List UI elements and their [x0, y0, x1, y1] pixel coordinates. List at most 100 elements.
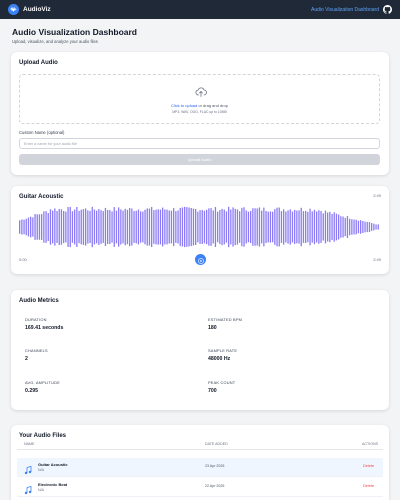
waveform-bar: [201, 210, 203, 244]
audio-logo-icon: [8, 4, 19, 15]
waveform-bar: [19, 220, 21, 234]
click-to-upload-link[interactable]: Click to upload: [171, 103, 197, 108]
waveform-bar: [87, 210, 89, 244]
waveform-bar: [368, 222, 371, 232]
files-card: Your Audio Files NAME DATE ADDED ACTIONS…: [11, 425, 389, 500]
waveform-bar: [52, 210, 54, 244]
brand[interactable]: AudioViz: [8, 4, 51, 15]
metrics-title: Audio Metrics: [19, 298, 59, 304]
waveform-bar: [329, 211, 331, 243]
waveform-bar: [346, 216, 349, 238]
waveform-bar: [265, 210, 267, 244]
waveform-bar: [228, 206, 230, 248]
waveform-bar: [360, 220, 362, 234]
waveform-bar: [344, 217, 346, 237]
waveform-bar: [113, 207, 115, 247]
waveform-bar: [157, 209, 159, 245]
waveform-bar: [43, 211, 45, 243]
waveform-bar: [307, 211, 309, 243]
waveform-bar: [186, 207, 188, 247]
upload-button[interactable]: Upload Audio: [19, 154, 380, 165]
music-note-icon: [24, 482, 32, 495]
play-button[interactable]: [195, 254, 206, 265]
file-type-hint: MP3, WAV, OGG, FLAC up to 10MB: [172, 110, 227, 114]
waveform-bar: [162, 207, 164, 247]
nav-dashboard-link[interactable]: Audio Visualization Dashboard: [311, 7, 379, 13]
waveform-bar: [148, 208, 151, 246]
waveform-bar: [318, 210, 320, 244]
waveform-bar: [91, 206, 93, 248]
metric-label: AVG. AMPLITUDE: [25, 380, 60, 385]
play-icon: [197, 251, 204, 269]
brand-name: AudioViz: [23, 6, 51, 13]
waveform-bar: [38, 214, 41, 240]
page-title: Audio Visualization Dashboard: [12, 27, 137, 37]
metric-label: PEAK COUNT: [208, 380, 236, 385]
waveform-bar: [252, 208, 254, 246]
custom-name-input[interactable]: [19, 138, 380, 149]
waveform-bar: [173, 208, 175, 246]
waveform-bar: [175, 211, 177, 243]
waveform-bar: [208, 208, 210, 246]
waveform-bar: [333, 212, 335, 242]
github-icon[interactable]: [383, 5, 392, 14]
waveform-bar: [21, 219, 23, 235]
metrics-card: Audio Metrics DURATION 169.41 seconds ES…: [11, 290, 389, 410]
waveform-bar: [36, 214, 38, 240]
waveform-bar: [137, 209, 140, 245]
waveform-bar: [294, 210, 296, 244]
waveform-bar: [199, 210, 201, 244]
waveform-bar: [168, 210, 170, 244]
upload-card: Upload Audio Click to upload or drag and…: [11, 52, 389, 175]
delete-button[interactable]: Delete: [363, 464, 374, 468]
metric-avg-amplitude: AVG. AMPLITUDE 0.295: [25, 380, 60, 394]
waveform-bar: [302, 211, 305, 243]
waveform-bar: [65, 211, 67, 243]
waveform-bar: [309, 208, 311, 246]
waveform-bar: [96, 210, 98, 244]
waveform-bar: [159, 209, 162, 245]
file-subtitle: N/A: [38, 488, 44, 492]
waveform-bar: [313, 209, 316, 245]
upload-title: Upload Audio: [19, 60, 58, 66]
waveform-bar: [115, 210, 118, 244]
waveform-bar: [373, 223, 375, 231]
table-row[interactable]: Electronic Beat N/A 22 Apr 2025 Delete: [17, 478, 383, 497]
player-card: Guitar Acoustic 2:49 0:00 2:49: [11, 186, 389, 274]
delete-button[interactable]: Delete: [363, 484, 374, 488]
total-duration: 2:49: [373, 257, 381, 262]
waveform-bar: [140, 211, 142, 243]
metric-value: 2: [25, 356, 28, 362]
metric-label: CHANNELS: [25, 348, 48, 353]
waveform-bar: [261, 210, 263, 244]
table-row[interactable]: Guitar Acoustic N/A 23 Apr 2025 Delete: [17, 458, 383, 477]
waveform-bar: [76, 206, 78, 248]
metric-channels: CHANNELS 2: [25, 348, 48, 362]
navbar: AudioViz Audio Visualization Dashboard: [0, 0, 400, 19]
waveform-bar: [219, 210, 221, 244]
waveform-bar: [239, 211, 241, 243]
page-subtitle: Upload, visualize, and analyze your audi…: [12, 39, 98, 44]
waveform-bar: [340, 216, 342, 238]
waveform-bar: [254, 208, 256, 246]
upload-dropzone[interactable]: Click to upload or drag and drop MP3, WA…: [19, 74, 380, 124]
waveform-bar: [80, 209, 82, 245]
waveform[interactable]: [19, 204, 381, 250]
waveform-bar: [223, 209, 225, 245]
metric-bpm: ESTIMATED BPM 180: [208, 317, 242, 331]
waveform-bar: [366, 221, 368, 233]
file-subtitle: N/A: [38, 468, 44, 472]
waveform-bar: [298, 210, 300, 244]
metric-value: 169.41 seconds: [25, 325, 64, 331]
waveform-bar: [111, 211, 113, 243]
waveform-bar: [221, 208, 223, 246]
waveform-bar: [203, 210, 206, 244]
waveform-bar: [371, 223, 373, 231]
waveform-bar: [357, 220, 360, 234]
waveform-bar: [320, 211, 322, 243]
waveform-bar: [245, 210, 247, 244]
waveform-bar: [69, 206, 71, 248]
metric-label: DURATION: [25, 317, 47, 322]
waveform-bar: [269, 211, 272, 243]
waveform-bar: [56, 211, 58, 243]
